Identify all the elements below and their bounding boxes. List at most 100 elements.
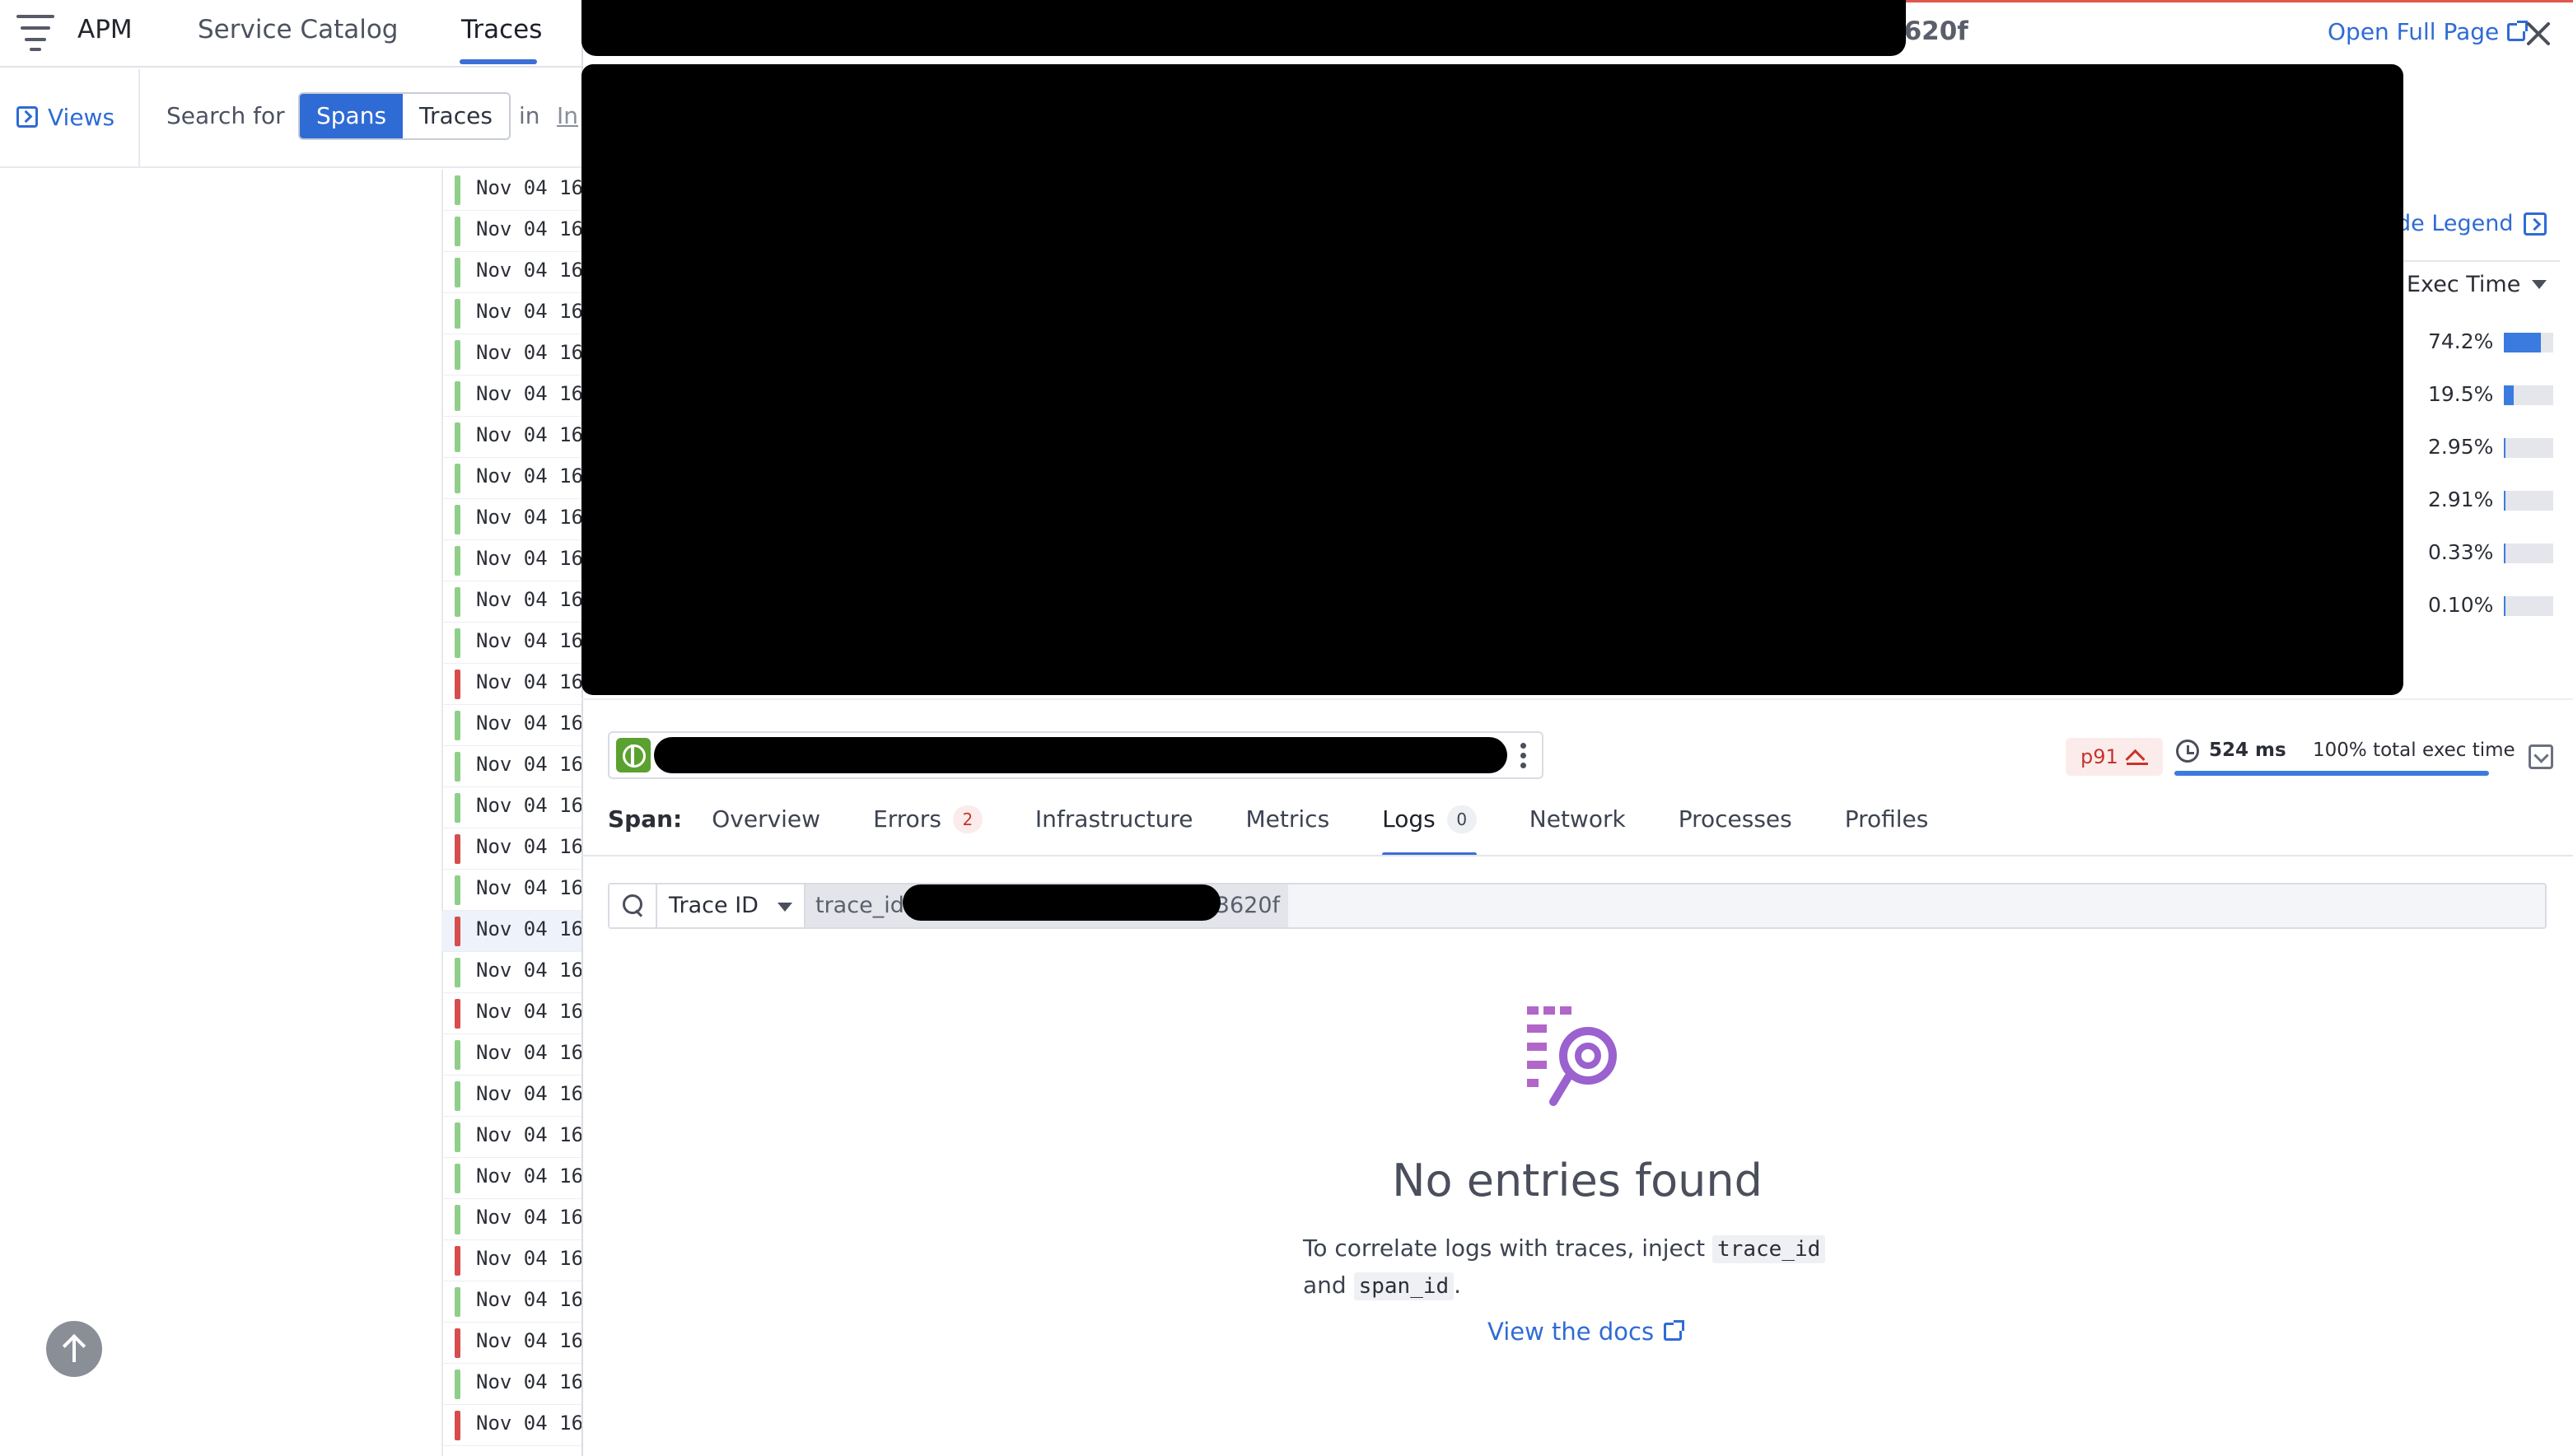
status-bar (455, 1122, 460, 1152)
table-row[interactable]: Nov 04 16 (441, 746, 598, 787)
row-date: Nov 04 16 (476, 259, 584, 282)
status-bar (455, 258, 460, 287)
table-row[interactable]: Nov 04 16 (441, 870, 598, 911)
table-row[interactable]: Nov 04 16 (441, 1076, 598, 1117)
table-row[interactable]: Nov 04 16 (441, 623, 598, 664)
table-row[interactable]: Nov 04 16 (441, 581, 598, 623)
table-row[interactable]: Nov 04 16 (441, 1364, 598, 1405)
status-bar (455, 340, 460, 370)
exec-time-fill (2504, 491, 2505, 511)
table-row[interactable]: Nov 04 16 (441, 1034, 598, 1076)
open-full-page-label: Open Full Page (2328, 18, 2500, 45)
views-button[interactable]: Views (16, 102, 114, 132)
table-row[interactable]: Nov 04 16 (441, 787, 598, 828)
exec-time-percent: 0.33% (2428, 540, 2494, 564)
tab-label: Overview (712, 805, 821, 833)
exec-time-percent: 0.10% (2428, 593, 2494, 617)
row-date: Nov 04 16 (476, 1329, 584, 1352)
search-icon (609, 884, 657, 927)
view-docs-link[interactable]: View the docs (1487, 1318, 1685, 1346)
and-text: and (1303, 1272, 1347, 1299)
exec-time-row: 0.33% (2405, 537, 2566, 570)
row-date: Nov 04 16 (476, 1123, 584, 1146)
redacted-flame-graph (581, 64, 2403, 695)
table-row[interactable]: Nov 04 16 (441, 1117, 598, 1158)
table-row[interactable]: Nov 04 16 (441, 705, 598, 746)
table-row[interactable]: Nov 04 16 (441, 334, 598, 376)
nav-apm[interactable]: APM (77, 12, 133, 48)
search-for-label: Search for (166, 102, 285, 129)
tab-overview[interactable]: Overview (712, 805, 820, 855)
row-date: Nov 04 16 (476, 1288, 584, 1311)
table-row[interactable]: Nov 04 16 (441, 1158, 598, 1199)
traces-mode-button[interactable]: Traces (403, 94, 509, 138)
table-row[interactable]: Nov 04 16 (441, 376, 598, 417)
query-field-select[interactable]: Trace ID (657, 884, 806, 927)
table-row[interactable]: Nov 04 16 (441, 664, 598, 705)
row-date: Nov 04 16 (476, 712, 584, 735)
globe-icon (616, 738, 651, 772)
nav-traces[interactable]: Traces (461, 12, 542, 48)
table-row[interactable]: Nov 04 16 (441, 993, 598, 1034)
collapse-icon[interactable] (2529, 744, 2553, 769)
exec-time-row: 2.95% (2405, 432, 2566, 464)
nav-service-catalog[interactable]: Service Catalog (198, 12, 398, 48)
tab-label: Errors (873, 805, 941, 833)
table-row[interactable]: Nov 04 16 (441, 828, 598, 870)
tab-label: Processes (1678, 805, 1792, 833)
empty-desc-text: To correlate logs with traces, inject (1303, 1234, 1706, 1262)
table-row[interactable]: Nov 04 16 (441, 170, 598, 211)
table-row[interactable]: Nov 04 16 (441, 252, 598, 293)
table-row[interactable]: Nov 04 16 (441, 1199, 598, 1240)
table-row[interactable]: Nov 04 16 (441, 458, 598, 499)
percentile-badge[interactable]: p91 (2066, 738, 2163, 776)
legend-toggle-button[interactable]: de Legend (2397, 211, 2547, 236)
views-label: Views (48, 103, 115, 131)
empty-state-description: To correlate logs with traces, inject tr… (1303, 1230, 1863, 1304)
exec-time-row: 19.5% (2405, 379, 2566, 412)
row-date: Nov 04 16 (476, 917, 584, 940)
row-date: Nov 04 16 (476, 1164, 584, 1188)
table-row[interactable]: Nov 04 16 (441, 417, 598, 458)
open-full-page-link[interactable]: Open Full Page (2328, 18, 2529, 45)
status-bar (455, 505, 460, 534)
status-bar (455, 958, 460, 987)
divider (138, 69, 140, 168)
tab-logs[interactable]: Logs 0 (1382, 805, 1477, 856)
tab-label: Metrics (1245, 805, 1330, 833)
table-row[interactable]: Nov 04 16 (441, 499, 598, 540)
tab-profiles[interactable]: Profiles (1845, 805, 1929, 855)
row-date: Nov 04 16 (476, 588, 584, 611)
close-icon[interactable] (2524, 18, 2553, 48)
distribution-icon (2126, 749, 2148, 765)
status-bar (455, 299, 460, 329)
tab-label: Profiles (1844, 805, 1929, 833)
table-row[interactable]: Nov 04 16 (441, 293, 598, 334)
tab-infrastructure[interactable]: Infrastructure (1035, 805, 1193, 855)
table-row[interactable]: Nov 04 16 (441, 1281, 598, 1323)
tab-network[interactable]: Network (1529, 805, 1626, 855)
index-selector[interactable]: In (557, 102, 578, 129)
table-row[interactable]: Nov 04 16 (441, 540, 598, 581)
tab-processes[interactable]: Processes (1679, 805, 1792, 855)
table-row[interactable]: Nov 04 16 (441, 1240, 598, 1281)
table-row[interactable]: Nov 04 16 (441, 211, 598, 252)
table-row[interactable]: Nov 04 16 (441, 911, 598, 952)
status-bar (455, 752, 460, 782)
row-date: Nov 04 16 (476, 959, 584, 982)
more-options-icon[interactable] (1520, 741, 1527, 771)
scroll-to-top-button[interactable] (46, 1321, 102, 1377)
exec-time-sort-header[interactable]: Exec Time (2407, 272, 2547, 297)
tab-errors[interactable]: Errors 2 (873, 805, 983, 855)
in-label: in (519, 102, 540, 129)
status-bar (455, 587, 460, 617)
table-row[interactable]: Nov 04 16 (441, 1323, 598, 1364)
count-badge: 0 (1446, 805, 1477, 833)
menu-icon[interactable] (16, 12, 56, 51)
tab-metrics[interactable]: Metrics (1246, 805, 1330, 855)
spans-mode-button[interactable]: Spans (300, 94, 404, 138)
table-row[interactable]: Nov 04 16 (441, 952, 598, 993)
table-row[interactable]: Nov 04 16 (441, 1405, 598, 1446)
row-date: Nov 04 16 (476, 382, 584, 405)
status-bar (455, 546, 460, 576)
